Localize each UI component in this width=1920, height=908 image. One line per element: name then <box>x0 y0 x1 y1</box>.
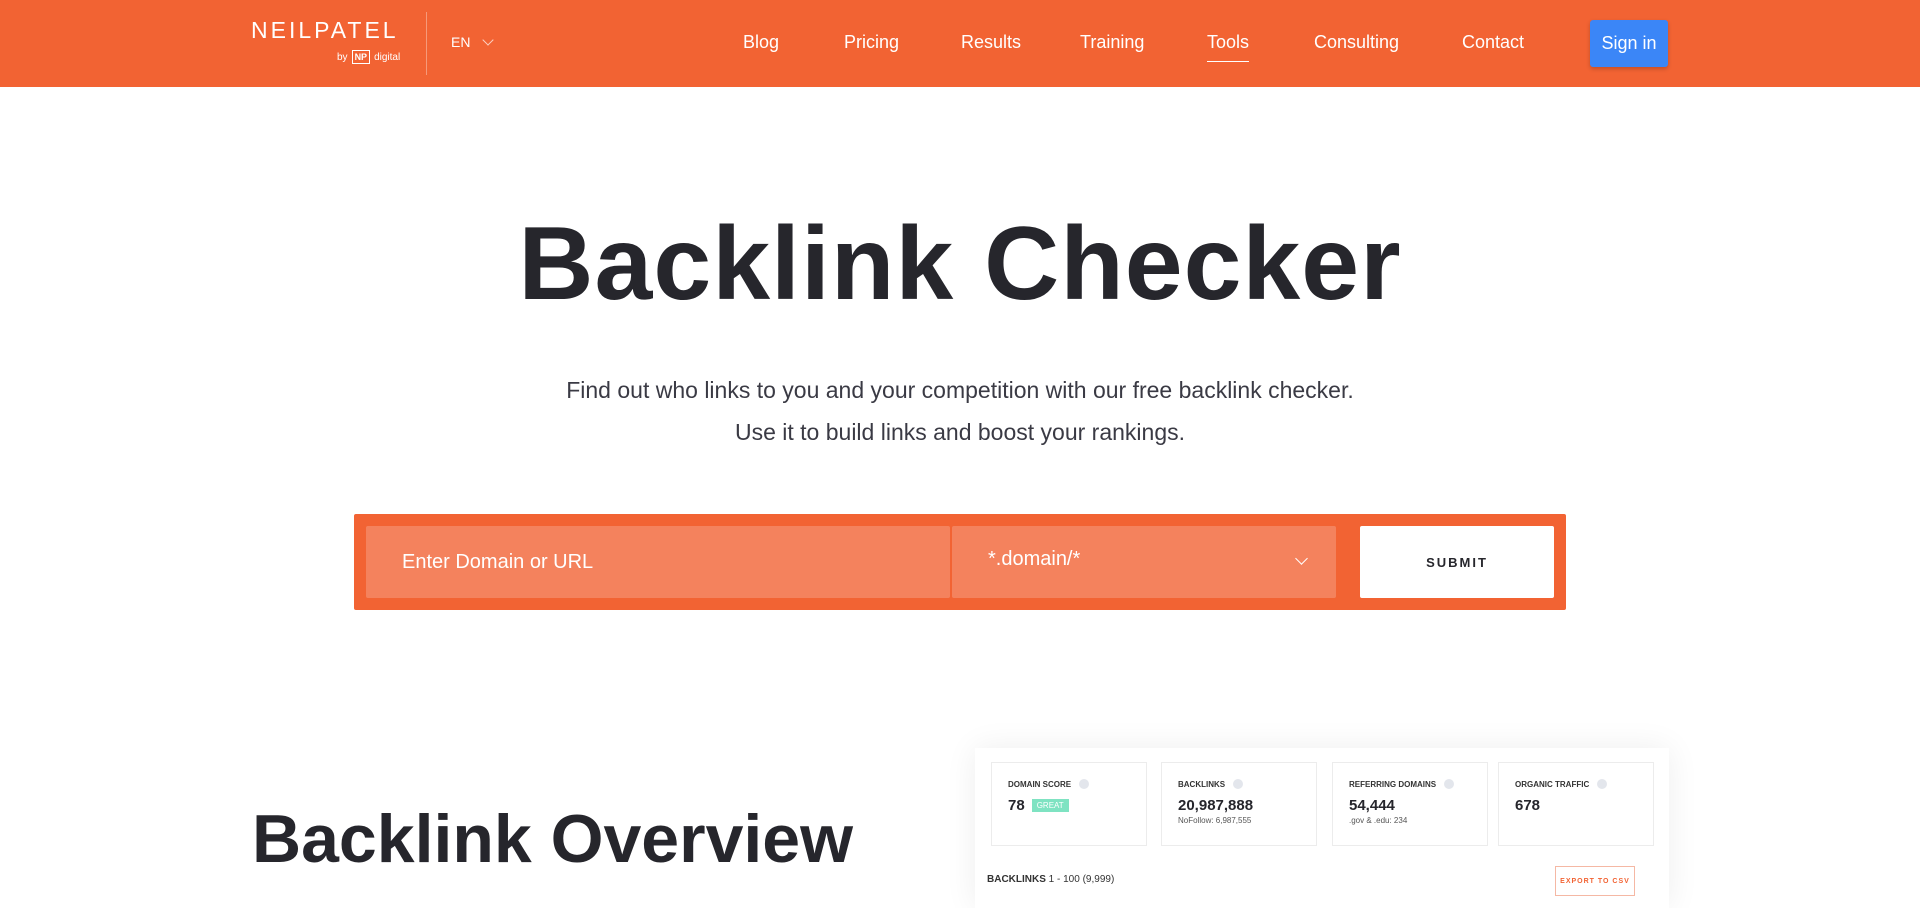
status-badge: GREAT <box>1031 799 1069 812</box>
top-nav: NEILPATEL by NP digital EN Blog Pricing Re… <box>0 0 1920 87</box>
nav-tools[interactable]: Tools <box>1207 32 1250 62</box>
logo-np: NP <box>351 50 371 64</box>
logo[interactable]: NEILPATEL by NP digital <box>251 17 403 64</box>
page-title: Backlink Checker <box>518 206 1402 322</box>
organic-traffic-card: ORGANIC TRAFFIC 678 <box>1498 762 1654 846</box>
section-heading: Backlink Overview <box>252 801 854 877</box>
nav-contact[interactable]: Contact <box>1462 32 1524 53</box>
subtitle-line-2: Use it to build links and boost your ran… <box>734 419 1186 445</box>
backlinks-card: BACKLINKS 20,987,888 NoFollow: 6,987,555 <box>1161 762 1317 846</box>
card-label: BACKLINKS <box>1178 779 1226 789</box>
card-label: REFERRING DOMAINS <box>1349 779 1437 789</box>
chevron-down-icon <box>1295 552 1308 565</box>
scope-select[interactable]: *.domain/* <box>952 526 1336 598</box>
domain-input[interactable] <box>366 526 950 598</box>
help-icon[interactable] <box>1079 779 1090 789</box>
nav-pricing[interactable]: Pricing <box>844 32 899 53</box>
card-label: ORGANIC TRAFFIC <box>1515 779 1590 789</box>
card-value: 78 <box>1008 797 1025 814</box>
nav-consulting[interactable]: Consulting <box>1314 32 1399 53</box>
language-selector[interactable]: EN <box>451 33 495 50</box>
scope-value: *.domain/* <box>988 548 1081 570</box>
nav-blog[interactable]: Blog <box>743 32 779 53</box>
export-csv-button[interactable]: EXPORT TO CSV <box>1555 866 1635 896</box>
card-value: 54,444 <box>1349 797 1395 814</box>
subtitle-line-1: Find out who links to you and your compe… <box>566 377 1354 403</box>
domain-score-card: DOMAIN SCORE 78 GREAT <box>991 762 1147 846</box>
help-icon[interactable] <box>1233 779 1244 789</box>
card-subvalue: .gov & .edu: 234 <box>1349 816 1408 825</box>
referring-domains-card: REFERRING DOMAINS 54,444 .gov & .edu: 23… <box>1332 762 1488 846</box>
language-label: EN <box>451 34 471 50</box>
chevron-down-icon <box>482 33 495 46</box>
submit-button[interactable]: SUBMIT <box>1360 526 1554 598</box>
nav-results[interactable]: Results <box>961 32 1021 53</box>
card-label: DOMAIN SCORE <box>1008 779 1072 789</box>
sign-in-button[interactable]: Sign in <box>1590 20 1668 67</box>
logo-name: NEILPATEL <box>251 17 399 43</box>
card-value: 678 <box>1515 797 1541 814</box>
search-form: *.domain/* SUBMIT <box>354 514 1566 610</box>
logo-by: by <box>337 51 348 63</box>
help-icon[interactable] <box>1444 779 1455 789</box>
backlinks-label: BACKLINKS <box>987 874 1046 885</box>
card-value: 20,987,888 <box>1178 797 1254 814</box>
divider <box>426 12 427 75</box>
backlinks-range: 1 - 100 (9,999) <box>1048 874 1115 885</box>
nav-training[interactable]: Training <box>1080 32 1144 53</box>
help-icon[interactable] <box>1597 779 1608 789</box>
card-subvalue: NoFollow: 6,987,555 <box>1178 816 1252 825</box>
backlinks-count: BACKLINKS 1 - 100 (9,999) <box>987 874 1114 885</box>
overview-preview: DOMAIN SCORE 78 GREAT BACKLINKS 20,987,88… <box>975 748 1669 908</box>
logo-digital: digital <box>374 51 401 63</box>
